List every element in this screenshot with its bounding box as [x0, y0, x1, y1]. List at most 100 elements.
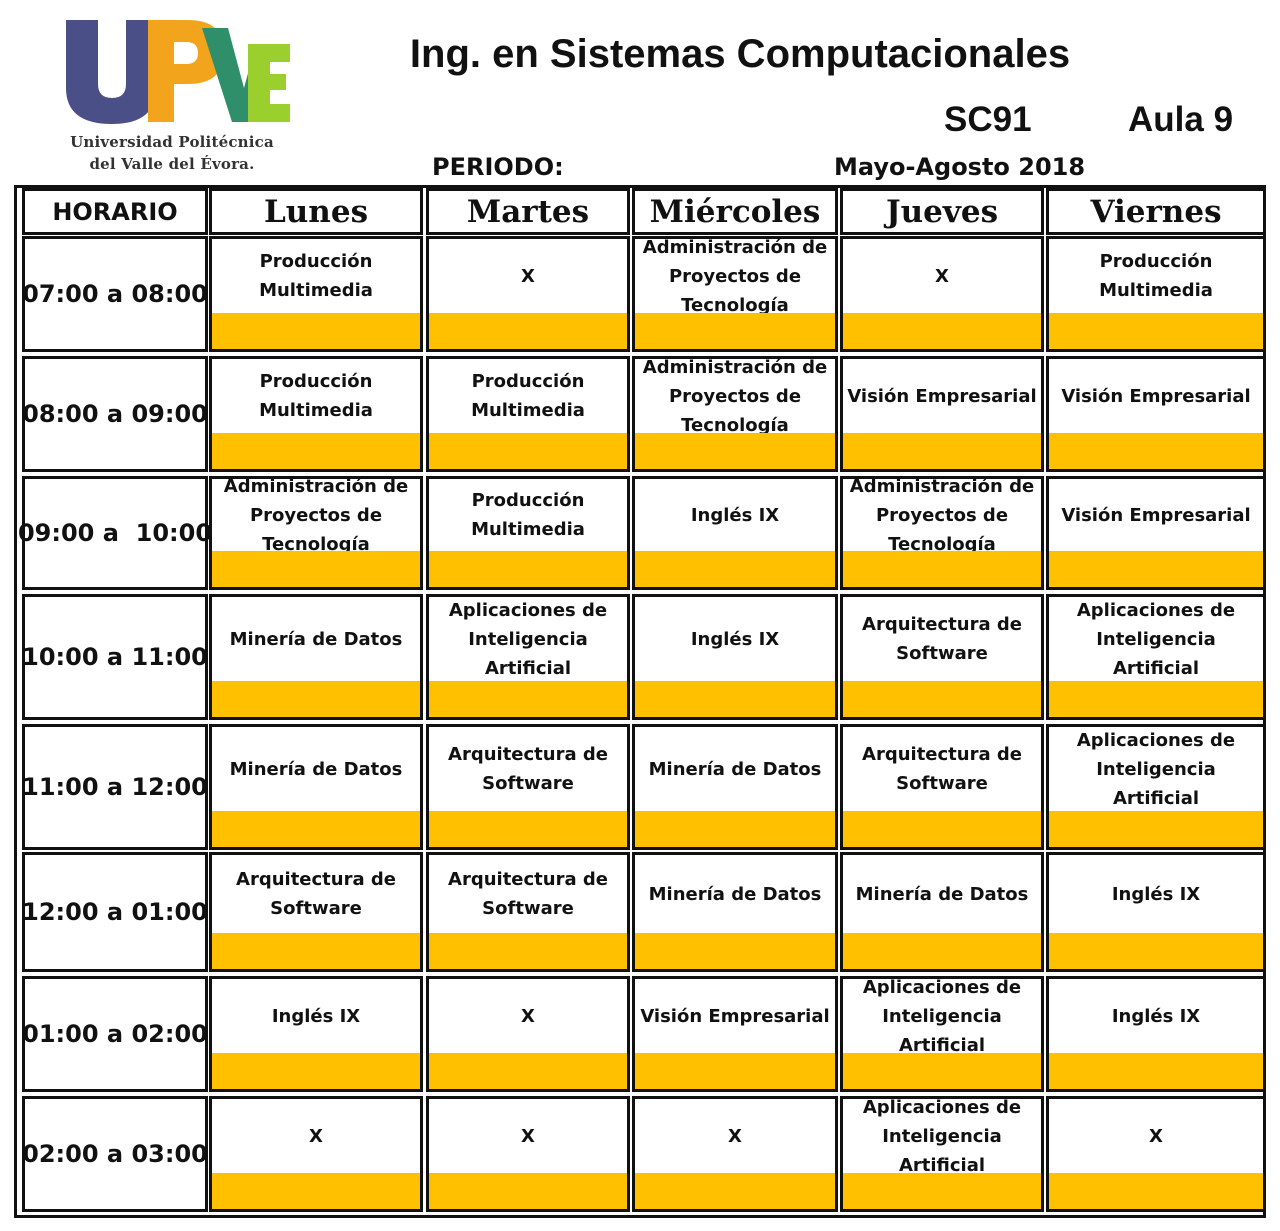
class-name: Inglés IX	[690, 504, 780, 526]
schedule-cell: X	[209, 1096, 423, 1212]
highlight-bar	[1049, 933, 1263, 969]
highlight-bar	[843, 313, 1041, 349]
highlight-bar	[212, 1173, 420, 1209]
class-name: Producción Multimedia	[259, 371, 373, 421]
class-name: Administración de Proyectos de Tecnologí…	[849, 476, 1035, 555]
highlight-bar	[212, 811, 420, 847]
schedule-cell: Producción Multimedia	[426, 476, 630, 590]
class-name: Arquitectura de Software	[236, 869, 396, 919]
header-horario: HORARIO	[22, 188, 208, 235]
schedule-cell: Administración de Proyectos de Tecnologí…	[840, 476, 1044, 590]
university-logo: Universidad Politécnica del Valle del Év…	[52, 14, 292, 179]
schedule-cell: Administración de Proyectos de Tecnologí…	[632, 236, 838, 352]
highlight-bar	[429, 1053, 627, 1089]
class-name: Inglés IX	[1111, 883, 1201, 905]
class-name: Producción Multimedia	[471, 371, 585, 421]
day-header-2: Martes	[426, 188, 630, 235]
schedule-cell: X	[840, 236, 1044, 352]
schedule-cell: Visión Empresarial	[1046, 476, 1266, 590]
schedule-cell: Administración de Proyectos de Tecnologí…	[632, 356, 838, 472]
schedule-cell: Inglés IX	[632, 476, 838, 590]
schedule-cell: Arquitectura de Software	[426, 852, 630, 972]
schedule-cell: X	[426, 1096, 630, 1212]
highlight-bar	[212, 313, 420, 349]
class-name: X	[728, 1125, 742, 1147]
class-name: Aplicaciones de Inteligencia Artificial	[1076, 599, 1236, 679]
university-name-line1: Universidad Politécnica	[70, 133, 274, 151]
day-header-4: Jueves	[840, 188, 1044, 235]
class-name: Aplicaciones de Inteligencia Artificial	[862, 976, 1022, 1056]
day-header-5: Viernes	[1046, 188, 1266, 235]
highlight-bar	[843, 1173, 1041, 1209]
schedule-cell: Aplicaciones de Inteligencia Artificial	[840, 1096, 1044, 1212]
schedule-cell: Visión Empresarial	[1046, 356, 1266, 472]
period-label: PERIODO:	[432, 153, 564, 181]
highlight-bar	[1049, 551, 1263, 587]
time-slot: 11:00 a 12:00	[22, 724, 208, 850]
schedule-cell: Arquitectura de Software	[840, 594, 1044, 720]
schedule-cell: Producción Multimedia	[426, 356, 630, 472]
schedule-cell: Minería de Datos	[632, 852, 838, 972]
highlight-bar	[1049, 1053, 1263, 1089]
schedule-cell: Minería de Datos	[632, 724, 838, 850]
highlight-bar	[1049, 433, 1263, 469]
day-header-1: Lunes	[209, 188, 423, 235]
class-name: X	[521, 265, 535, 287]
highlight-bar	[635, 1173, 835, 1209]
time-slot: 02:00 a 03:00	[22, 1096, 208, 1212]
class-name: Inglés IX	[690, 628, 780, 650]
highlight-bar	[1049, 681, 1263, 717]
schedule-cell: Aplicaciones de Inteligencia Artificial	[1046, 594, 1266, 720]
class-name: Inglés IX	[1111, 1005, 1201, 1027]
schedule-cell: X	[1046, 1096, 1266, 1212]
schedule-cell: X	[426, 236, 630, 352]
time-slot: 09:00 a 10:00	[18, 476, 212, 590]
schedule-cell: Arquitectura de Software	[426, 724, 630, 850]
class-name: Visión Empresarial	[1061, 385, 1251, 407]
highlight-bar	[212, 1053, 420, 1089]
schedule-cell: Minería de Datos	[209, 724, 423, 850]
schedule-cell: Producción Multimedia	[209, 236, 423, 352]
highlight-bar	[843, 551, 1041, 587]
class-name: Producción Multimedia	[259, 251, 373, 301]
highlight-bar	[635, 313, 835, 349]
class-name: X	[521, 1125, 535, 1147]
schedule-cell: Visión Empresarial	[632, 976, 838, 1092]
highlight-bar	[429, 933, 627, 969]
university-name-line2: del Valle del Évora.	[89, 155, 255, 173]
highlight-bar	[635, 551, 835, 587]
class-name: Administración de Proyectos de Tecnologí…	[642, 356, 828, 436]
period-value: Mayo-Agosto 2018	[834, 153, 1086, 181]
class-name: Administración de Proyectos de Tecnologí…	[642, 236, 828, 316]
class-name: Aplicaciones de Inteligencia Artificial	[448, 599, 608, 679]
schedule-cell: Producción Multimedia	[209, 356, 423, 472]
class-name: Minería de Datos	[229, 628, 403, 650]
highlight-bar	[843, 433, 1041, 469]
class-name: Aplicaciones de Inteligencia Artificial	[862, 1096, 1022, 1176]
highlight-bar	[429, 433, 627, 469]
class-name: X	[521, 1005, 535, 1027]
highlight-bar	[212, 433, 420, 469]
schedule-cell: Arquitectura de Software	[840, 724, 1044, 850]
schedule-cell: Inglés IX	[1046, 852, 1266, 972]
class-name: Administración de Proyectos de Tecnologí…	[223, 476, 409, 555]
class-name: Inglés IX	[271, 1005, 361, 1027]
class-name: Visión Empresarial	[640, 1005, 830, 1027]
highlight-bar	[429, 1173, 627, 1209]
schedule-cell: Aplicaciones de Inteligencia Artificial	[1046, 724, 1266, 850]
schedule-cell: Arquitectura de Software	[209, 852, 423, 972]
time-slot: 12:00 a 01:00	[22, 852, 208, 972]
schedule-cell: Visión Empresarial	[840, 356, 1044, 472]
highlight-bar	[429, 811, 627, 847]
schedule-cell: X	[426, 976, 630, 1092]
class-name: Producción Multimedia	[471, 490, 585, 540]
schedule-cell: Aplicaciones de Inteligencia Artificial	[426, 594, 630, 720]
class-name: X	[935, 265, 949, 287]
highlight-bar	[843, 681, 1041, 717]
class-name: Minería de Datos	[229, 758, 403, 780]
schedule-cell: Minería de Datos	[209, 594, 423, 720]
highlight-bar	[212, 933, 420, 969]
class-name: Minería de Datos	[648, 758, 822, 780]
highlight-bar	[429, 313, 627, 349]
highlight-bar	[212, 551, 420, 587]
